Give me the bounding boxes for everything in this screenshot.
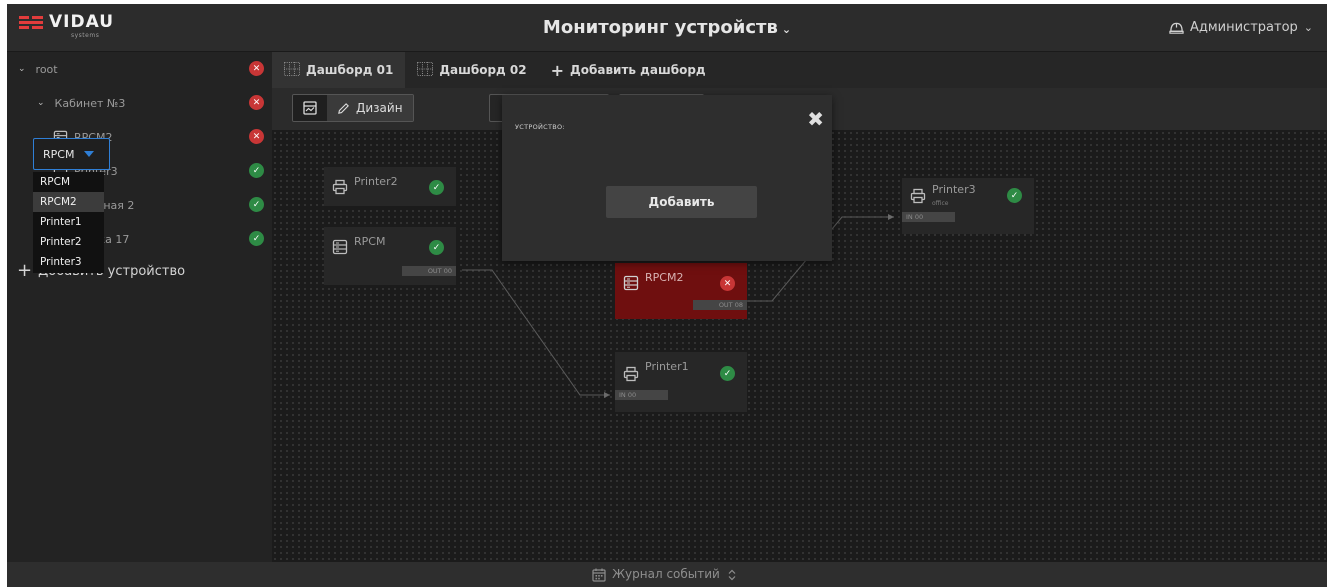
event-log-label: Журнал событий [612, 567, 720, 581]
node-name: Printer2 [354, 175, 398, 188]
add-button[interactable]: Добавить [606, 186, 757, 218]
device-node-printer2[interactable]: Printer2 ✓ [324, 167, 456, 206]
printer-icon [910, 188, 926, 208]
tab-dashboard-01[interactable]: Дашборд 01 [272, 52, 406, 88]
node-location: office [932, 200, 949, 207]
chevron-down-icon[interactable]: ⌄ [18, 64, 26, 74]
input-port[interactable]: IN 00 [902, 212, 955, 222]
add-dashboard-button[interactable]: + Добавить дашборд [539, 52, 718, 88]
user-name: Администратор [1189, 20, 1298, 35]
event-log-bar[interactable]: Журнал событий [7, 562, 1327, 587]
dotted-grid-icon [284, 61, 300, 79]
dotted-grid-icon [417, 61, 434, 79]
device-dropdown-list: RPCM RPCM2 Printer1 Printer2 Printer3 [33, 172, 104, 273]
plus-icon: + [550, 60, 565, 80]
page-title[interactable]: Мониторинг устройств [543, 17, 778, 38]
printer-icon [332, 179, 348, 199]
chart-icon [303, 101, 317, 115]
output-port[interactable]: OUT 08 [693, 300, 747, 310]
helmet-icon [1169, 22, 1184, 34]
calendar-icon [592, 568, 606, 582]
tree-item-cabinet-3[interactable]: ⌄ Кабинет №3 ✕ [7, 86, 272, 120]
node-name: Printer1 [645, 360, 689, 373]
dropdown-option-rpcm2[interactable]: RPCM2 [33, 192, 104, 212]
user-menu[interactable]: Администратор ⌄ [1169, 4, 1313, 52]
view-mode-toggle: Дизайн [292, 94, 414, 122]
device-node-rpcm2[interactable]: RPCM2 ✕ OUT 08 [615, 263, 747, 319]
brand-logo[interactable]: VIDAU systems [19, 14, 114, 39]
dropdown-option-rpcm[interactable]: RPCM [33, 172, 104, 192]
device-select-value: RPCM [43, 147, 75, 161]
pencil-icon [338, 102, 349, 114]
device-tree-sidebar: ⌄ root ✕ ⌄ Кабинет №3 ✕ RPCM2 ✕ Printer3… [7, 52, 272, 562]
page-title-container: Мониторинг устройств ⌄ [7, 4, 1327, 52]
dashboard-tabs: Дашборд 01 Дашборд 02 + Добавить дашборд [272, 52, 1327, 88]
ok-status-icon: ✓ [429, 240, 444, 255]
design-mode-button[interactable]: Дизайн [327, 95, 413, 121]
expand-toggle-icon[interactable] [728, 569, 742, 581]
device-node-printer1[interactable]: Printer1 ✓ IN 00 [615, 352, 747, 412]
tab-label: Дашборд 01 [306, 63, 394, 77]
brand-name: VIDAU [49, 12, 115, 32]
add-dashboard-label: Добавить дашборд [570, 63, 706, 77]
app-window: VIDAU systems Мониторинг устройств ⌄ Адми… [7, 4, 1327, 587]
output-port[interactable]: OUT 00 [402, 266, 456, 276]
chevron-down-icon[interactable]: ⌄ [37, 98, 45, 108]
error-status-icon: ✕ [249, 61, 264, 76]
tab-dashboard-02[interactable]: Дашборд 02 [405, 52, 538, 88]
ok-status-icon: ✓ [249, 231, 264, 246]
monitor-view-button[interactable] [293, 95, 327, 121]
ok-status-icon: ✓ [249, 163, 264, 178]
ok-status-icon: ✓ [1007, 188, 1022, 203]
chevron-down-icon: ⌄ [1303, 21, 1313, 34]
top-bar: VIDAU systems Мониторинг устройств ⌄ Адми… [7, 4, 1327, 52]
ok-status-icon: ✓ [720, 366, 735, 381]
tree-item-label: root [35, 62, 58, 76]
input-port[interactable]: IN 00 [615, 390, 668, 400]
ok-status-icon: ✓ [249, 197, 264, 212]
dropdown-option-printer1[interactable]: Printer1 [33, 212, 104, 232]
node-name: Printer3 [932, 183, 976, 196]
error-status-icon: ✕ [249, 129, 264, 144]
tree-item-label: Кабинет №3 [54, 96, 126, 110]
device-node-rpcm[interactable]: RPCM ✓ OUT 00 [324, 227, 456, 285]
node-name: RPCM2 [645, 271, 684, 284]
close-icon[interactable]: ✖ [807, 109, 824, 129]
error-status-icon: ✕ [720, 276, 735, 291]
chevron-down-icon[interactable]: ⌄ [782, 23, 791, 36]
printer-icon [623, 366, 639, 386]
server-icon [332, 239, 348, 259]
tab-label: Дашборд 02 [439, 63, 527, 77]
dropdown-option-printer2[interactable]: Printer2 [33, 232, 104, 252]
design-label: Дизайн [356, 101, 403, 115]
server-icon [623, 275, 639, 295]
device-node-printer3[interactable]: Printer3 office ✓ IN 00 [902, 178, 1034, 234]
device-field-label: УСТРОЙСТВО: [515, 123, 565, 131]
caret-down-icon [84, 151, 95, 157]
tree-item-root[interactable]: ⌄ root ✕ [7, 52, 272, 86]
device-select[interactable]: RPCM [33, 138, 110, 170]
plus-icon: + [17, 260, 33, 281]
brand-subtitle: systems [71, 32, 100, 39]
add-device-dialog: УСТРОЙСТВО: ✖ [502, 95, 832, 261]
dropdown-option-printer3[interactable]: Printer3 [33, 252, 104, 272]
ok-status-icon: ✓ [429, 180, 444, 195]
error-status-icon: ✕ [249, 95, 264, 110]
node-name: RPCM [354, 235, 386, 248]
logo-mark-icon [19, 16, 43, 32]
